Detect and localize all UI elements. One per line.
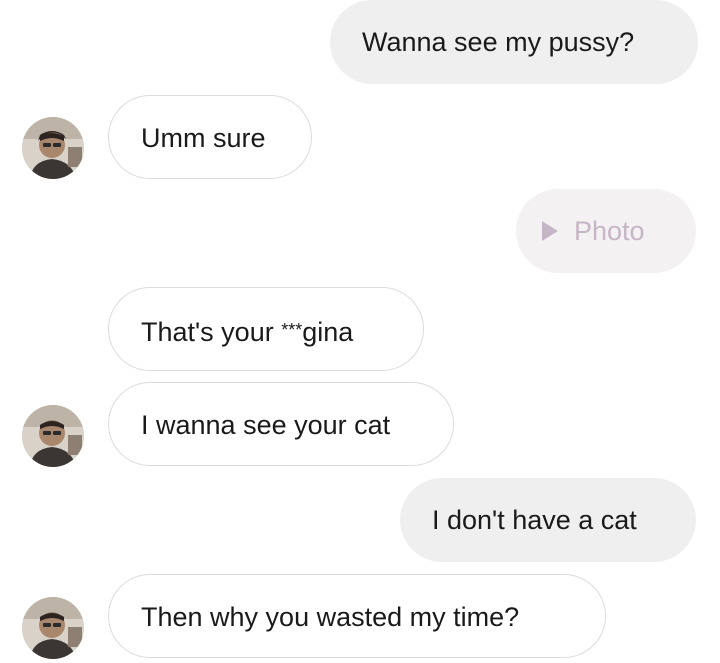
- message-text-prefix: That's your: [141, 317, 282, 347]
- message-text: Then why you wasted my time?: [141, 602, 520, 632]
- message-text: I don't have a cat: [432, 505, 637, 535]
- avatar[interactable]: [22, 117, 84, 179]
- message-text: Wanna see my pussy?: [362, 27, 635, 57]
- message-text-suffix: gina: [302, 317, 354, 347]
- message-text: Umm sure: [141, 123, 266, 153]
- photo-label: Photo: [574, 216, 645, 246]
- message-received-1[interactable]: Umm sure: [108, 95, 312, 179]
- avatar[interactable]: [22, 405, 84, 467]
- message-sent-2[interactable]: I don't have a cat: [400, 478, 696, 562]
- message-sent-1[interactable]: Wanna see my pussy?: [330, 0, 698, 84]
- message-sent-photo[interactable]: Photo: [516, 189, 696, 273]
- message-received-4[interactable]: Then why you wasted my time?: [108, 574, 606, 658]
- message-received-3[interactable]: I wanna see your cat: [108, 382, 454, 466]
- avatar[interactable]: [22, 597, 84, 659]
- avatar-photo: [22, 117, 84, 179]
- avatar-photo: [22, 597, 84, 659]
- play-icon: [542, 221, 558, 241]
- message-received-2[interactable]: That's your ***gina: [108, 287, 424, 371]
- censored-text: ***: [281, 320, 303, 340]
- message-text: I wanna see your cat: [141, 410, 391, 440]
- avatar-photo: [22, 405, 84, 467]
- chat-thread: Wanna see my pussy? Umm sure Photo That'…: [0, 0, 720, 663]
